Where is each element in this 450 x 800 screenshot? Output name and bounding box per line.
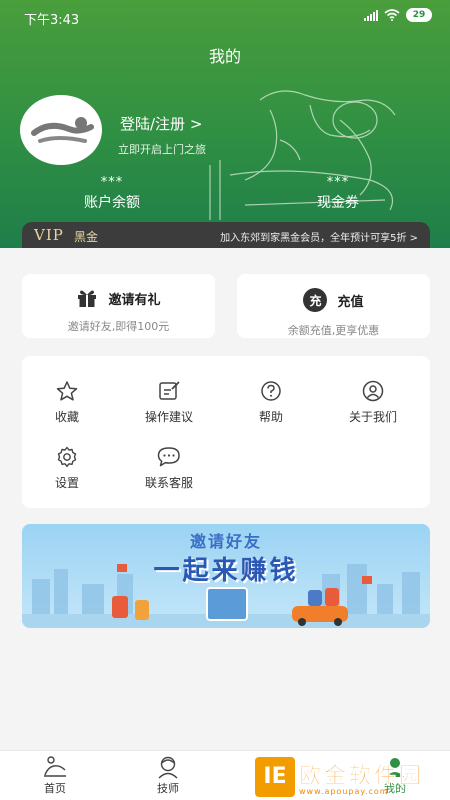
account-balance-label: 账户余额 [84, 195, 140, 211]
cash-coupon-label: 现金券 [317, 195, 359, 211]
watermark-logo: IE [255, 756, 295, 797]
menu-item-favorites[interactable]: 收藏 [22, 380, 112, 425]
menu-label: 收藏 [54, 410, 79, 424]
menu-item-suggestions[interactable]: 操作建议 [124, 380, 214, 425]
page-title: 我的 [208, 47, 241, 66]
login-subtitle: 立即开启上门之旅 [118, 143, 206, 156]
vip-banner[interactable]: VIP 黑金 加入东郊到家黑金会员，全年预计可享5折 > [22, 222, 430, 248]
invite-gift-card[interactable]: 邀请有礼 邀请好友,即得100元 [22, 274, 215, 338]
invite-friends-banner[interactable]: 邀请好友 一起来赚钱 [22, 524, 430, 628]
massage-icon [44, 756, 66, 777]
cash-coupon[interactable]: *** 现金券 [278, 175, 398, 212]
recharge-subtitle: 余额充值,更享优惠 [287, 324, 380, 337]
tab-technician[interactable]: 技师 [138, 755, 198, 796]
menu-label: 帮助 [258, 410, 283, 424]
menu-grid: 收藏 操作建议 帮助 关于我们 设置 联系客服 [22, 356, 430, 508]
edit-icon [159, 381, 180, 400]
status-bar: 下午3:43 29 [0, 0, 450, 34]
recharge-icon: 充 [303, 288, 328, 312]
cash-coupon-value: *** [326, 175, 350, 190]
account-balance-value: *** [100, 175, 124, 190]
account-balance[interactable]: *** 账户余额 [52, 175, 172, 212]
invite-gift-subtitle: 邀请好友,即得100元 [67, 320, 170, 333]
vip-promo-text: 加入东郊到家黑金会员，全年预计可享5折 > [220, 233, 418, 244]
menu-label: 操作建议 [144, 410, 193, 424]
menu-item-settings[interactable]: 设置 [22, 446, 112, 491]
banner-main-text: 一起来赚钱 [153, 556, 299, 586]
tab-label: 技师 [157, 782, 179, 795]
menu-label: 联系客服 [144, 476, 193, 490]
technician-icon [158, 756, 178, 779]
login-register-link[interactable]: 登陆/注册 > [120, 113, 202, 134]
wifi-icon [384, 9, 400, 21]
menu-item-help[interactable]: 帮助 [226, 380, 316, 425]
profile-header: 下午3:43 29 我的 登陆/注册 > 立即开启上门之旅 *** 账户余额 *… [0, 0, 450, 248]
invite-gift-title: 邀请有礼 [108, 292, 161, 308]
avatar[interactable] [20, 95, 102, 165]
banner-top-text: 邀请好友 [189, 532, 262, 551]
tab-label: 首页 [44, 782, 66, 795]
vip-logo: VIP [34, 226, 64, 244]
gift-icon [78, 290, 97, 307]
tab-home[interactable]: 首页 [25, 755, 85, 796]
menu-label: 关于我们 [348, 410, 397, 424]
star-icon [56, 381, 78, 401]
chat-icon [157, 447, 180, 467]
recharge-title: 充值 [337, 294, 364, 310]
battery-indicator: 29 [406, 8, 432, 22]
site-watermark: IE 欧金软件园 www.apoupay.com [255, 753, 450, 800]
status-time: 下午3:43 [24, 13, 80, 28]
menu-item-customer-service[interactable]: 联系客服 [124, 446, 214, 491]
watermark-url: www.apoupay.com [299, 786, 389, 796]
avatar-logo-icon [31, 117, 94, 143]
gear-icon [57, 446, 77, 467]
signal-icon [364, 9, 378, 21]
watermark-title: 欧金软件园 [299, 763, 425, 789]
menu-item-about[interactable]: 关于我们 [328, 380, 418, 425]
user-icon [362, 380, 384, 402]
recharge-card[interactable]: 充 充值 余额充值,更享优惠 [237, 274, 430, 338]
help-icon [261, 381, 281, 401]
menu-label: 设置 [54, 476, 79, 490]
vip-level: 黑金 [74, 230, 99, 244]
